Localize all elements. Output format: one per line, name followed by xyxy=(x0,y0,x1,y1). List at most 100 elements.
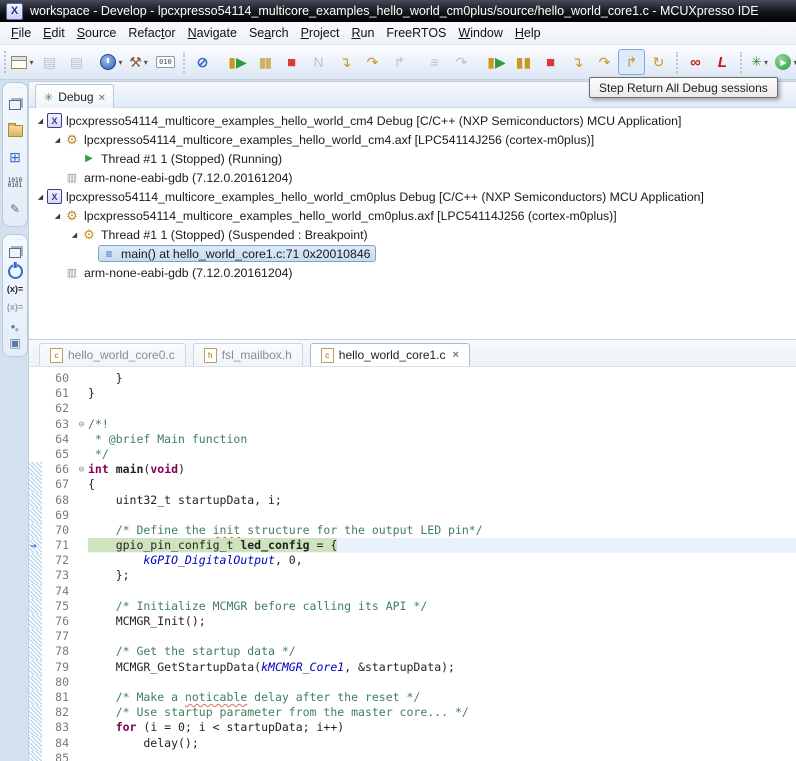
dropdown-arrow-icon[interactable]: ▾ xyxy=(764,58,768,67)
line-number[interactable]: 61 xyxy=(42,386,75,401)
step-return-all-button[interactable]: ↱ xyxy=(618,49,645,75)
thread-cm4[interactable]: ▶Thread #1 1 (Stopped) (Running) xyxy=(29,149,796,168)
line-number[interactable]: 77 xyxy=(42,629,75,644)
restart-button[interactable]: ↻ xyxy=(645,49,672,75)
fold-minus-icon[interactable]: ⊖ xyxy=(75,417,88,432)
menu-freertos[interactable]: FreeRTOS xyxy=(380,24,452,42)
skip-all-breakpoints-button[interactable]: ⊘ xyxy=(189,49,216,75)
annotation-gutter[interactable] xyxy=(29,447,42,462)
build-button[interactable]: ⚒▾ xyxy=(125,49,152,75)
annotation-gutter[interactable] xyxy=(29,720,42,735)
code-text[interactable]: } xyxy=(88,371,796,386)
code-text[interactable]: /* Initialize MCMGR before calling its A… xyxy=(88,599,796,614)
annotation-gutter[interactable] xyxy=(29,736,42,751)
code-line-77[interactable]: 77 xyxy=(29,629,796,644)
code-line-66[interactable]: 66⊖int main(void) xyxy=(29,462,796,477)
code-line-62[interactable]: 62 xyxy=(29,401,796,416)
line-number[interactable]: 66 xyxy=(42,462,75,477)
code-line-60[interactable]: 60 } xyxy=(29,371,796,386)
red-probe-button[interactable]: L xyxy=(709,49,736,75)
expander-icon[interactable]: ◢ xyxy=(52,212,63,220)
annotation-gutter[interactable] xyxy=(29,751,42,761)
line-number[interactable]: 71 xyxy=(42,538,75,553)
annotation-gutter[interactable] xyxy=(29,629,42,644)
code-line-74[interactable]: 74 xyxy=(29,584,796,599)
expander-icon[interactable]: ◢ xyxy=(69,231,80,239)
code-line-85[interactable]: 85 xyxy=(29,751,796,761)
annotation-gutter[interactable] xyxy=(29,675,42,690)
annotation-gutter[interactable] xyxy=(29,523,42,538)
code-line-84[interactable]: 84 delay(); xyxy=(29,736,796,751)
line-number[interactable]: 80 xyxy=(42,675,75,690)
menu-navigate[interactable]: Navigate xyxy=(182,24,243,42)
code-line-68[interactable]: 68 uint32_t startupData, i; xyxy=(29,493,796,508)
code-line-75[interactable]: 75 /* Initialize MCMGR before calling it… xyxy=(29,599,796,614)
code-text[interactable]: for (i = 0; i < startupData; i++) xyxy=(88,720,796,735)
line-number[interactable]: 68 xyxy=(42,493,75,508)
code-line-71[interactable]: →71 gpio_pin_config_t led_config = { xyxy=(29,538,796,553)
close-icon[interactable] xyxy=(99,90,105,104)
code-text[interactable]: /* Define the init structure for the out… xyxy=(88,523,796,538)
annotation-gutter[interactable] xyxy=(29,432,42,447)
selected-frame[interactable]: ≡main() at hello_world_core1.c:71 0x2001… xyxy=(98,245,376,262)
menu-run[interactable]: Run xyxy=(345,24,380,42)
code-text[interactable]: /* Get the startup data */ xyxy=(88,644,796,659)
terminate-button[interactable]: ■ xyxy=(278,49,305,75)
code-text[interactable]: */ xyxy=(88,447,796,462)
menu-edit[interactable]: Edit xyxy=(37,24,71,42)
fold-minus-icon[interactable]: ⊖ xyxy=(75,462,88,477)
menu-help[interactable]: Help xyxy=(509,24,547,42)
suspend-all-button[interactable]: ▮▮ xyxy=(510,49,537,75)
line-number[interactable]: 65 xyxy=(42,447,75,462)
launch-cm0plus[interactable]: ◢Xlpcxpresso54114_multicore_examples_hel… xyxy=(29,187,796,206)
line-number[interactable]: 84 xyxy=(42,736,75,751)
dropdown-arrow-icon[interactable]: ▾ xyxy=(144,58,148,67)
line-number[interactable]: 79 xyxy=(42,660,75,675)
line-number[interactable]: 62 xyxy=(42,401,75,416)
gdb-cm4[interactable]: ▥arm-none-eabi-gdb (7.12.0.20161204) xyxy=(29,168,796,187)
tab-fsl_mailbox.h[interactable]: hfsl_mailbox.h xyxy=(193,343,303,366)
stack-frame-main[interactable]: ≡main() at hello_world_core1.c:71 0x2001… xyxy=(29,244,796,263)
line-number[interactable]: 75 xyxy=(42,599,75,614)
code-text[interactable] xyxy=(88,401,796,416)
binary-file-button[interactable]: 010 xyxy=(152,49,179,75)
line-number[interactable]: 67 xyxy=(42,477,75,492)
code-line-63[interactable]: 63⊖/*! xyxy=(29,417,796,432)
annotation-gutter[interactable] xyxy=(29,508,42,523)
tab-hello_world_core1.c[interactable]: chello_world_core1.c× xyxy=(310,343,470,366)
code-line-65[interactable]: 65 */ xyxy=(29,447,796,462)
code-editor[interactable]: 60 }61} 6263⊖/*!64 * @brief Main function… xyxy=(29,367,796,761)
new-wizard-button[interactable]: ▾ xyxy=(9,49,36,75)
peripherals-button[interactable]: ⊞ xyxy=(3,144,27,170)
annotation-gutter[interactable] xyxy=(29,644,42,659)
line-number[interactable]: 64 xyxy=(42,432,75,447)
step-over-all-button[interactable]: ↷ xyxy=(591,49,618,75)
line-number[interactable]: 63 xyxy=(42,417,75,432)
code-line-83[interactable]: 83 for (i = 0; i < startupData; i++) xyxy=(29,720,796,735)
line-number[interactable]: 73 xyxy=(42,568,75,583)
line-number[interactable]: 69 xyxy=(42,508,75,523)
line-number[interactable]: 83 xyxy=(42,720,75,735)
code-line-81[interactable]: 81 /* Make a noticable delay after the r… xyxy=(29,690,796,705)
dropdown-arrow-icon[interactable]: ▾ xyxy=(118,58,122,67)
line-number[interactable]: 70 xyxy=(42,523,75,538)
debug-button[interactable]: ✳▾ xyxy=(746,49,773,75)
menu-window[interactable]: Window xyxy=(452,24,508,42)
code-text[interactable] xyxy=(88,584,796,599)
expander-icon[interactable]: ◢ xyxy=(52,136,63,144)
code-text[interactable] xyxy=(88,508,796,523)
code-line-64[interactable]: 64 * @brief Main function xyxy=(29,432,796,447)
resume-button[interactable]: ▮▶ xyxy=(224,49,251,75)
code-text[interactable]: }; xyxy=(88,568,796,583)
code-text[interactable]: * @brief Main function xyxy=(88,432,796,447)
symbol-viewer-button[interactable]: ✎ xyxy=(3,196,27,222)
annotation-gutter[interactable] xyxy=(29,599,42,614)
line-number[interactable]: 81 xyxy=(42,690,75,705)
line-number[interactable]: 82 xyxy=(42,705,75,720)
restore-views-button[interactable] xyxy=(3,92,27,118)
code-line-70[interactable]: 70 /* Define the init structure for the … xyxy=(29,523,796,538)
axf-cm0plus[interactable]: ◢⚙lpcxpresso54114_multicore_examples_hel… xyxy=(29,206,796,225)
annotation-gutter[interactable] xyxy=(29,690,42,705)
menu-source[interactable]: Source xyxy=(71,24,123,42)
tab-debug[interactable]: Debug xyxy=(35,84,114,108)
